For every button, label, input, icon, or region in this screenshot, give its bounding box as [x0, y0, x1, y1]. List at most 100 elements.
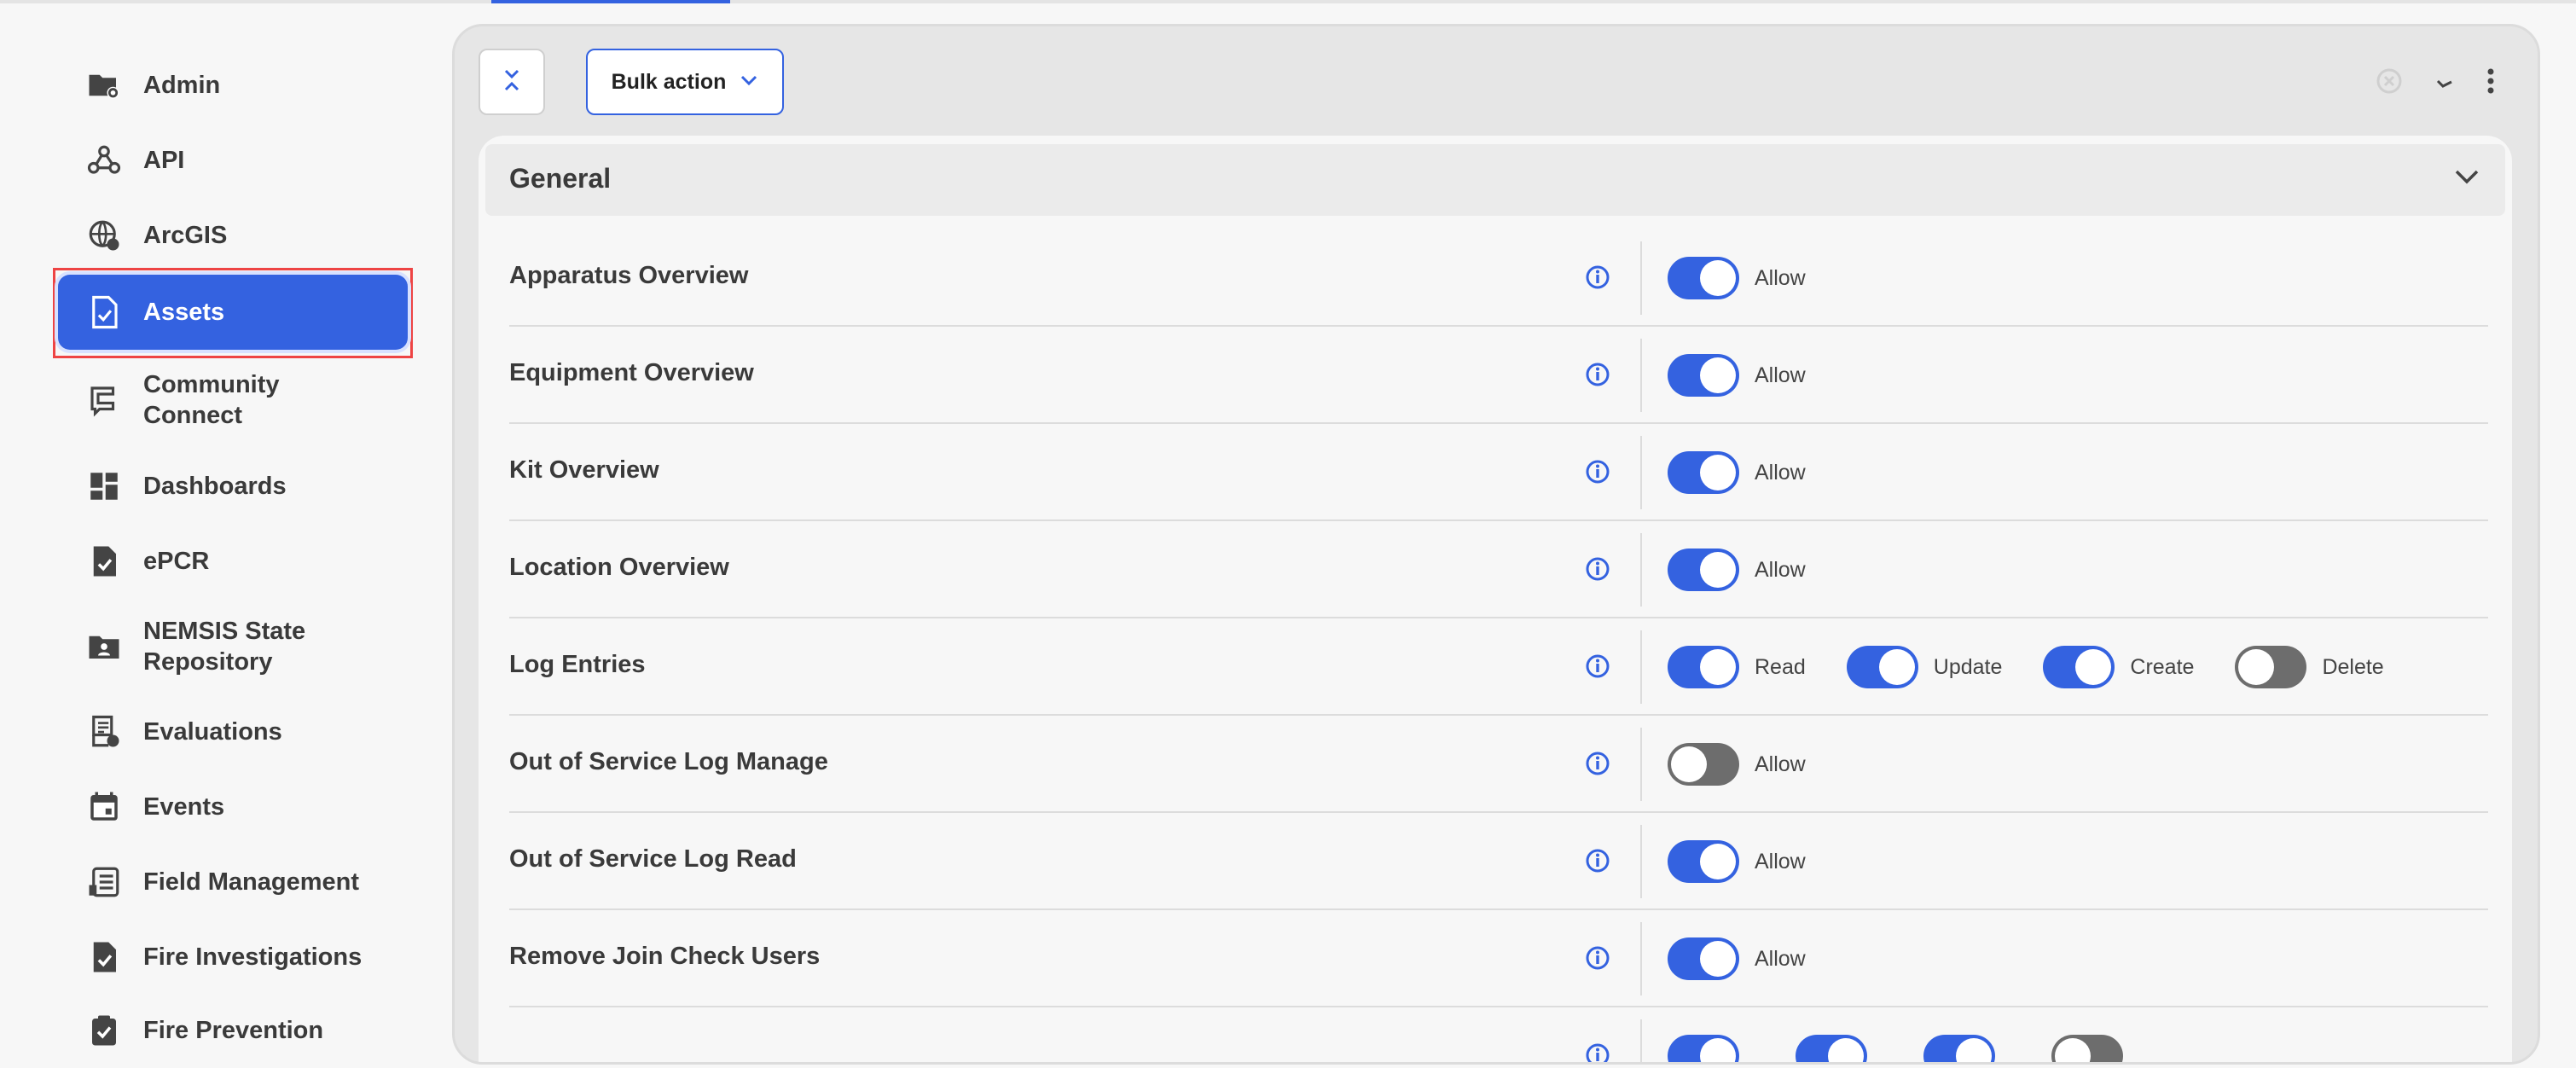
community-icon: [85, 381, 123, 419]
permission-row: Remove Join Check Users Allow: [509, 910, 2488, 1007]
sidebar-item-api[interactable]: API: [58, 123, 408, 198]
toggle-switch[interactable]: [1668, 257, 1739, 299]
more-options-icon[interactable]: [2486, 67, 2495, 95]
info-icon[interactable]: [1584, 555, 1611, 583]
collapse-icon: [502, 67, 521, 97]
row-divider: [1640, 1019, 1642, 1062]
dashboard-icon: [85, 467, 123, 505]
row-divider: [1640, 339, 1642, 412]
permission-name: Equipment Overview: [509, 359, 754, 386]
toggle-knob: [1700, 844, 1736, 879]
toggle-knob: [1700, 1038, 1736, 1062]
sidebar-item-fire-prevention[interactable]: Fire Prevention: [58, 993, 408, 1068]
row-divider: [1640, 436, 1642, 509]
sidebar-item-label: Field Management: [143, 868, 359, 896]
info-icon[interactable]: [1584, 750, 1611, 777]
toggle-knob: [2075, 649, 2112, 685]
toggle-item: [2051, 1035, 2138, 1062]
permission-row: [509, 1007, 2488, 1062]
info-icon[interactable]: [1584, 847, 1611, 874]
toggle-knob: [1700, 552, 1736, 588]
permission-name: Location Overview: [509, 554, 729, 581]
toggle-knob: [1878, 649, 1915, 685]
toggle-switch[interactable]: [1923, 1035, 1995, 1062]
toggle-switch[interactable]: [1668, 451, 1739, 494]
globe-gear-icon: [85, 217, 123, 254]
sidebar-item-admin[interactable]: Admin: [58, 48, 408, 123]
sidebar-item-label: Dashboards: [143, 473, 287, 500]
toggle-group: [1668, 1035, 2179, 1062]
info-icon[interactable]: [1584, 264, 1611, 291]
toggle-switch[interactable]: [1668, 1035, 1739, 1062]
toggle-switch[interactable]: [2235, 646, 2307, 688]
toggle-item: Allow: [1668, 840, 1806, 883]
toggle-label: Delete: [2322, 654, 2384, 679]
sort-down-icon[interactable]: [2434, 70, 2456, 92]
sidebar-item-label: ePCR: [143, 548, 210, 575]
toggle-knob: [1700, 357, 1736, 393]
sidebar-item-assets[interactable]: Assets: [58, 275, 408, 350]
info-icon[interactable]: [1584, 458, 1611, 485]
toggle-group: Allow: [1668, 937, 1847, 980]
field-list-icon: [85, 863, 123, 901]
toggle-label: Allow: [1755, 265, 1806, 290]
toggle-switch[interactable]: [1668, 840, 1739, 883]
toggle-switch[interactable]: [1846, 646, 1918, 688]
permission-name: Kit Overview: [509, 456, 659, 484]
section-title: General: [509, 163, 612, 194]
permissions-content: General Apparatus Overview Allow Equipment…: [479, 136, 2512, 1062]
bulk-action-label: Bulk action: [611, 69, 727, 94]
calendar-icon: [85, 788, 123, 826]
permission-row: Kit Overview Allow: [509, 424, 2488, 521]
info-icon[interactable]: [1584, 361, 1611, 388]
collapse-all-button[interactable]: [479, 49, 545, 115]
sidebar-item-dashboards[interactable]: Dashboards: [58, 449, 408, 524]
toggle-label: Allow: [1755, 946, 1806, 971]
permission-name: Log Entries: [509, 651, 646, 678]
sidebar-item-community-connect[interactable]: Community Connect: [58, 362, 408, 438]
info-icon[interactable]: [1584, 653, 1611, 680]
toggle-label: Allow: [1755, 849, 1806, 874]
bulk-action-button[interactable]: Bulk action: [586, 49, 784, 115]
sidebar-item-events[interactable]: Events: [58, 769, 408, 845]
clear-icon[interactable]: [2376, 67, 2403, 95]
row-divider: [1640, 533, 1642, 607]
toggle-item: [1923, 1035, 2010, 1062]
toggle-label: Allow: [1755, 460, 1806, 485]
document-check-icon: [85, 938, 123, 976]
toggle-switch[interactable]: [2051, 1035, 2123, 1062]
sidebar-item-arcgis[interactable]: ArcGIS: [58, 198, 408, 273]
permission-name: Out of Service Log Read: [509, 845, 797, 873]
sidebar-item-evaluations[interactable]: Evaluations: [58, 694, 408, 769]
sidebar-item-nemsis-state-repository[interactable]: NEMSIS State Repository: [58, 607, 408, 686]
toggle-switch[interactable]: [1668, 646, 1739, 688]
sidebar: Admin API ArcGIS Assets Community Connec…: [0, 0, 444, 1068]
sidebar-item-field-management[interactable]: Field Management: [58, 845, 408, 920]
info-icon[interactable]: [1584, 944, 1611, 972]
evaluation-icon: [85, 713, 123, 751]
permission-row: Equipment Overview Allow: [509, 327, 2488, 424]
sidebar-item-fire-investigations[interactable]: Fire Investigations: [58, 920, 408, 995]
toggle-switch[interactable]: [1796, 1035, 1867, 1062]
toggle-switch[interactable]: [1668, 743, 1739, 786]
section-header-general[interactable]: General: [485, 144, 2505, 216]
toggle-item: Allow: [1668, 257, 1806, 299]
toggle-switch[interactable]: [1668, 354, 1739, 397]
sidebar-item-label: Evaluations: [143, 718, 282, 746]
folder-person-icon: [85, 628, 123, 665]
permission-row: Out of Service Log Manage Allow: [509, 716, 2488, 813]
toggle-item: Update: [1846, 646, 2002, 688]
toggle-knob: [2238, 649, 2275, 685]
document-check-icon: [85, 293, 123, 331]
toggle-switch[interactable]: [2043, 646, 2115, 688]
info-icon[interactable]: [1584, 1042, 1611, 1062]
toggle-item: Allow: [1668, 743, 1806, 786]
toggle-item: Allow: [1668, 451, 1806, 494]
permission-row: Out of Service Log Read Allow: [509, 813, 2488, 910]
toggle-switch[interactable]: [1668, 937, 1739, 980]
row-divider: [1640, 241, 1642, 315]
toggle-switch[interactable]: [1668, 549, 1739, 591]
permission-name: Apparatus Overview: [509, 262, 749, 289]
sidebar-item-epcr[interactable]: ePCR: [58, 524, 408, 599]
permission-name: Remove Join Check Users: [509, 943, 821, 970]
